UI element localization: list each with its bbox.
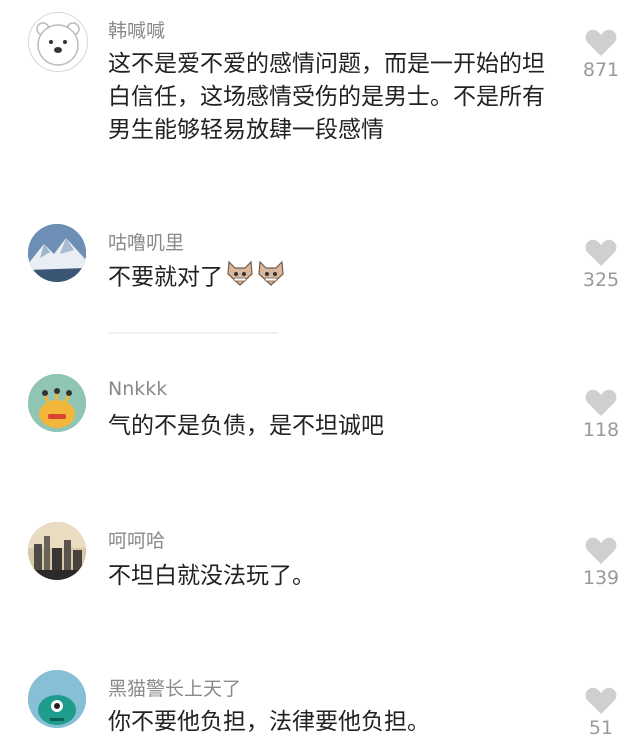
comment-text: 不要就对了	[108, 260, 548, 296]
like-button[interactable]: 118	[576, 388, 626, 441]
like-button[interactable]: 139	[576, 536, 626, 589]
like-button[interactable]: 51	[576, 686, 626, 739]
comment-text: 气的不是负债，是不坦诚吧	[108, 413, 384, 439]
heart-icon	[585, 537, 617, 564]
like-count: 139	[582, 567, 620, 589]
heart-icon	[585, 239, 617, 266]
username[interactable]: 咕噜叽里	[108, 228, 184, 255]
polar-bear-avatar[interactable]	[28, 12, 88, 72]
like-count: 118	[582, 419, 620, 441]
like-count: 51	[588, 717, 614, 739]
like-count: 325	[582, 269, 620, 291]
username[interactable]: Nnkkk	[108, 378, 167, 400]
like-button[interactable]: 325	[576, 238, 626, 291]
comment-text: 不坦白就没法玩了。	[108, 563, 315, 589]
comment-text-content: 不要就对了	[108, 264, 223, 291]
monster-avatar[interactable]	[28, 374, 86, 432]
mountain-avatar[interactable]	[28, 224, 86, 282]
blob-avatar[interactable]	[28, 670, 86, 728]
city-avatar[interactable]	[28, 522, 86, 580]
cat-face-icon	[226, 260, 254, 296]
heart-icon	[585, 389, 617, 416]
cat-face-icon	[257, 260, 285, 296]
like-button[interactable]: 871	[576, 28, 626, 81]
comment-text: 你不要他负担，法律要他负担。	[108, 709, 430, 735]
heart-icon	[585, 687, 617, 714]
heart-icon	[585, 29, 617, 56]
divider	[108, 332, 278, 334]
username[interactable]: 韩喊喊	[108, 16, 165, 43]
like-count: 871	[582, 59, 620, 81]
comment-text: 这不是爱不爱的感情问题，而是一开始的坦白信任，这场感情受伤的是男士。不是所有男生…	[108, 51, 545, 143]
username[interactable]: 呵呵哈	[108, 526, 165, 553]
username[interactable]: 黑猫警长上天了	[108, 674, 241, 701]
